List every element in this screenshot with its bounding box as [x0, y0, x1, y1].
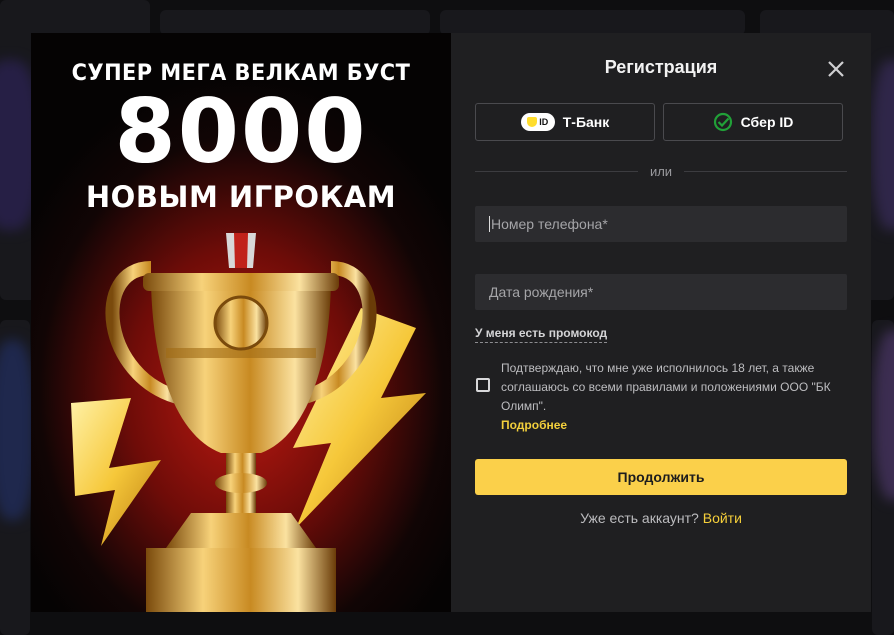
promo-subtitle: НОВЫМ ИГРОКАМ — [85, 180, 397, 214]
trophy-rim — [143, 273, 339, 291]
continue-button[interactable]: Продолжить — [475, 459, 847, 495]
sber-id-label: Сбер ID — [740, 114, 794, 130]
promo-headline: СУПЕР МЕГА ВЕЛКАМ БУСТ 8000 НОВЫМ ИГРОКА… — [31, 61, 451, 214]
promo-banner: СУПЕР МЕГА ВЕЛКАМ БУСТ 8000 НОВЫМ ИГРОКА… — [31, 33, 451, 612]
form-title: Регистрация — [604, 57, 718, 77]
close-button[interactable] — [827, 60, 845, 78]
sso-buttons: ID Т-Банк Сбер ID — [475, 103, 843, 141]
have-account-text: Уже есть аккаунт? — [580, 510, 699, 526]
consent-text: Подтверждаю, что мне уже исполнилось 18 … — [501, 361, 831, 413]
close-icon — [828, 61, 844, 77]
promo-amount: 8000 — [114, 80, 368, 183]
sber-check-icon — [713, 112, 732, 132]
more-info-link[interactable]: Подробнее — [501, 418, 567, 432]
tbank-badge-text: ID — [539, 117, 549, 127]
divider-line — [475, 171, 638, 172]
lightning-left — [71, 398, 161, 546]
age-consent-checkbox[interactable] — [476, 378, 490, 392]
tbank-shield-icon — [527, 117, 538, 127]
trophy-medal — [213, 295, 269, 351]
or-divider: или — [475, 164, 848, 179]
trophy-base — [146, 548, 336, 612]
phone-input[interactable]: Номер телефона* — [475, 206, 847, 242]
login-link[interactable]: Войти — [703, 510, 742, 526]
sber-id-login-button[interactable]: Сбер ID — [663, 103, 843, 141]
birthdate-input[interactable]: Дата рождения* — [475, 274, 847, 310]
registration-modal: СУПЕР МЕГА ВЕЛКАМ БУСТ 8000 НОВЫМ ИГРОКА… — [31, 33, 871, 612]
trophy-base-top — [166, 513, 316, 548]
divider-text: или — [649, 164, 673, 179]
promo-title: СУПЕР МЕГА ВЕЛКАМ БУСТ — [71, 61, 411, 86]
tbank-label: Т-Банк — [562, 114, 610, 130]
divider-line — [684, 171, 848, 172]
tbank-login-button[interactable]: ID Т-Банк — [475, 103, 655, 141]
text-caret — [489, 216, 490, 232]
tbank-id-icon: ID — [520, 113, 555, 131]
phone-placeholder: Номер телефона* — [491, 216, 608, 232]
trophy-knot — [215, 473, 267, 493]
trophy-illustration — [71, 233, 426, 612]
login-prompt: Уже есть аккаунт? Войти — [451, 510, 871, 526]
registration-form: Регистрация ID Т-Банк Сбер ID или Номер … — [451, 33, 871, 612]
birthdate-placeholder: Дата рождения* — [489, 284, 594, 300]
promo-code-link[interactable]: У меня есть промокод — [475, 326, 608, 343]
medal-ribbon-stripe — [234, 233, 248, 268]
